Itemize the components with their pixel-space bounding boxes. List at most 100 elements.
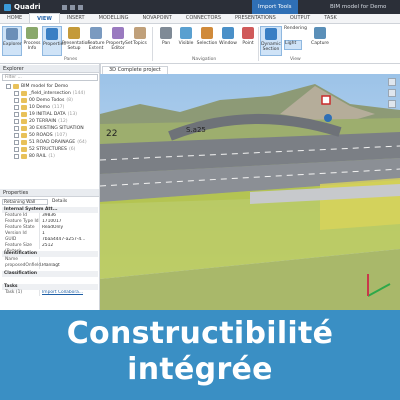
feature-extent-button[interactable]: Feature Extent bbox=[86, 26, 106, 56]
dynamic-section-icon bbox=[265, 28, 277, 40]
folder-icon bbox=[21, 140, 27, 145]
group-label-view: View bbox=[290, 57, 301, 62]
topics-icon bbox=[134, 27, 146, 39]
checkbox[interactable] bbox=[14, 105, 19, 110]
tree-item[interactable]: 52 STRUCTURES (6) bbox=[14, 146, 75, 153]
capture-button[interactable]: Capture bbox=[310, 26, 330, 56]
road-sign bbox=[321, 95, 331, 105]
checkbox[interactable] bbox=[14, 133, 19, 138]
marketing-banner: Constructibilité intégrée bbox=[0, 310, 400, 400]
checkbox[interactable] bbox=[14, 126, 19, 131]
tab-task[interactable]: TASK bbox=[317, 13, 344, 23]
folder-icon bbox=[21, 91, 27, 96]
checkbox[interactable] bbox=[6, 84, 11, 89]
point-icon bbox=[242, 27, 254, 39]
details-dropdown[interactable]: Details bbox=[52, 199, 67, 204]
explorer-icon bbox=[6, 28, 18, 40]
properties-icon bbox=[46, 28, 58, 40]
viewport-toolbar bbox=[386, 78, 398, 108]
explorer-filter-input[interactable]: Filter ... bbox=[2, 74, 98, 81]
quick-access-toolbar bbox=[62, 4, 83, 10]
folder-icon bbox=[13, 84, 19, 89]
explorer-button[interactable]: Explorer bbox=[2, 26, 22, 56]
feature-selector[interactable]: Retaining Wall bbox=[2, 198, 48, 205]
explorer-panel-title: Explorer bbox=[0, 65, 99, 73]
propertyset-editor-button[interactable]: PropertySet Editor bbox=[106, 26, 132, 56]
checkbox[interactable] bbox=[14, 91, 19, 96]
banner-line-1: Constructibilité bbox=[66, 316, 334, 351]
window-button[interactable]: Window bbox=[218, 26, 238, 56]
presentation-setup-button[interactable]: Presentation Setup bbox=[62, 26, 90, 56]
property-row: proposedOnfield... Planlagt bbox=[2, 263, 98, 269]
section-classification[interactable]: Classification bbox=[2, 271, 98, 277]
undo-icon[interactable] bbox=[70, 4, 75, 10]
explorer-tree: BIM model for Demo _field_intersection (1… bbox=[0, 83, 100, 188]
save-icon[interactable] bbox=[62, 4, 67, 10]
folder-icon bbox=[21, 147, 27, 152]
folder-icon bbox=[21, 126, 27, 131]
tab-modelling[interactable]: MODELLING bbox=[92, 13, 136, 23]
pan-button[interactable]: Pan bbox=[156, 26, 176, 56]
tab-home[interactable]: HOME bbox=[0, 13, 29, 23]
properties-button[interactable]: Properties bbox=[42, 26, 66, 56]
checkbox[interactable] bbox=[14, 147, 19, 152]
topics-button[interactable]: Topics bbox=[130, 26, 150, 56]
tree-item[interactable]: 20 TERRAIN (12) bbox=[14, 118, 68, 125]
app-name: Quadri bbox=[14, 3, 41, 11]
checkbox[interactable] bbox=[14, 98, 19, 103]
rendering-button[interactable]: Rendering bbox=[284, 26, 310, 38]
selection-icon bbox=[201, 27, 213, 39]
properties-panel: Retaining Wall Details Internal System A… bbox=[0, 198, 100, 306]
process-info-button[interactable]: Process Info bbox=[22, 26, 42, 56]
3d-scene: 22 S.a25 bbox=[100, 74, 400, 310]
road-sign-blue bbox=[324, 114, 332, 122]
tree-item[interactable]: 30 EXISTING SITUATION bbox=[14, 125, 86, 132]
tree-item[interactable]: 19 INITIAL DATA (13) bbox=[14, 111, 77, 118]
tree-item[interactable]: 50 ROADS (107) bbox=[14, 132, 67, 139]
dynamic-section-button[interactable]: Dynamic Section bbox=[260, 26, 282, 56]
ribbon-tabs: HOME VIEW INSERT MODELLING NOVAPOINT CON… bbox=[0, 13, 400, 24]
selection-button[interactable]: Selection bbox=[196, 26, 218, 56]
tab-presentations[interactable]: PRESENTATIONS bbox=[228, 13, 283, 23]
orbit-icon[interactable] bbox=[388, 100, 396, 108]
window-icon bbox=[222, 27, 234, 39]
3d-viewport[interactable]: 22 S.a25 bbox=[100, 74, 400, 310]
light-button[interactable]: Light bbox=[284, 40, 302, 50]
folder-icon bbox=[21, 133, 27, 138]
tree-item[interactable]: 80 RAIL (1) bbox=[14, 153, 55, 160]
zoom-out-icon[interactable] bbox=[388, 89, 396, 97]
tab-novapoint[interactable]: NOVAPOINT bbox=[135, 13, 178, 23]
checkbox[interactable] bbox=[14, 119, 19, 124]
tab-view[interactable]: VIEW bbox=[29, 13, 60, 23]
context-tab-import-tools[interactable]: Import Tools bbox=[252, 0, 298, 14]
tree-item-root[interactable]: BIM model for Demo bbox=[6, 83, 68, 90]
feature-extent-icon bbox=[90, 27, 102, 39]
folder-icon bbox=[21, 119, 27, 124]
project-title: BIM model for Demo bbox=[330, 4, 387, 10]
tree-item[interactable]: 10 Demo (117) bbox=[14, 104, 64, 111]
redo-icon[interactable] bbox=[78, 4, 83, 10]
tree-item[interactable]: 00 Demo Todos (8) bbox=[14, 97, 73, 104]
visible-button[interactable]: Visible bbox=[176, 26, 196, 56]
propertyset-editor-icon bbox=[112, 27, 124, 39]
tab-insert[interactable]: INSERT bbox=[60, 13, 92, 23]
tab-output[interactable]: OUTPUT bbox=[283, 13, 317, 23]
road-label-right: S.a25 bbox=[186, 126, 206, 134]
tree-item[interactable]: 51 ROAD DRAINAGE (64) bbox=[14, 139, 87, 146]
properties-panel-title: Properties bbox=[0, 189, 99, 197]
tree-item[interactable]: _field_intersection (144) bbox=[14, 90, 85, 97]
property-row: Task (1) Import Collabora... bbox=[2, 290, 98, 296]
zoom-in-icon[interactable] bbox=[388, 78, 396, 86]
tab-connectors[interactable]: CONNECTORS bbox=[179, 13, 228, 23]
process-info-icon bbox=[26, 27, 38, 39]
checkbox[interactable] bbox=[14, 112, 19, 117]
quadri-logo-icon bbox=[4, 3, 11, 11]
point-button[interactable]: Point bbox=[238, 26, 258, 56]
properties-toolbar: Retaining Wall Details bbox=[2, 198, 98, 205]
group-label-panes: Panes bbox=[64, 57, 78, 62]
ribbon-separator bbox=[152, 27, 153, 61]
camera-icon bbox=[314, 27, 326, 39]
checkbox[interactable] bbox=[14, 140, 19, 145]
viewport-tab[interactable]: 3D Complete project bbox=[102, 66, 168, 74]
checkbox[interactable] bbox=[14, 154, 19, 159]
